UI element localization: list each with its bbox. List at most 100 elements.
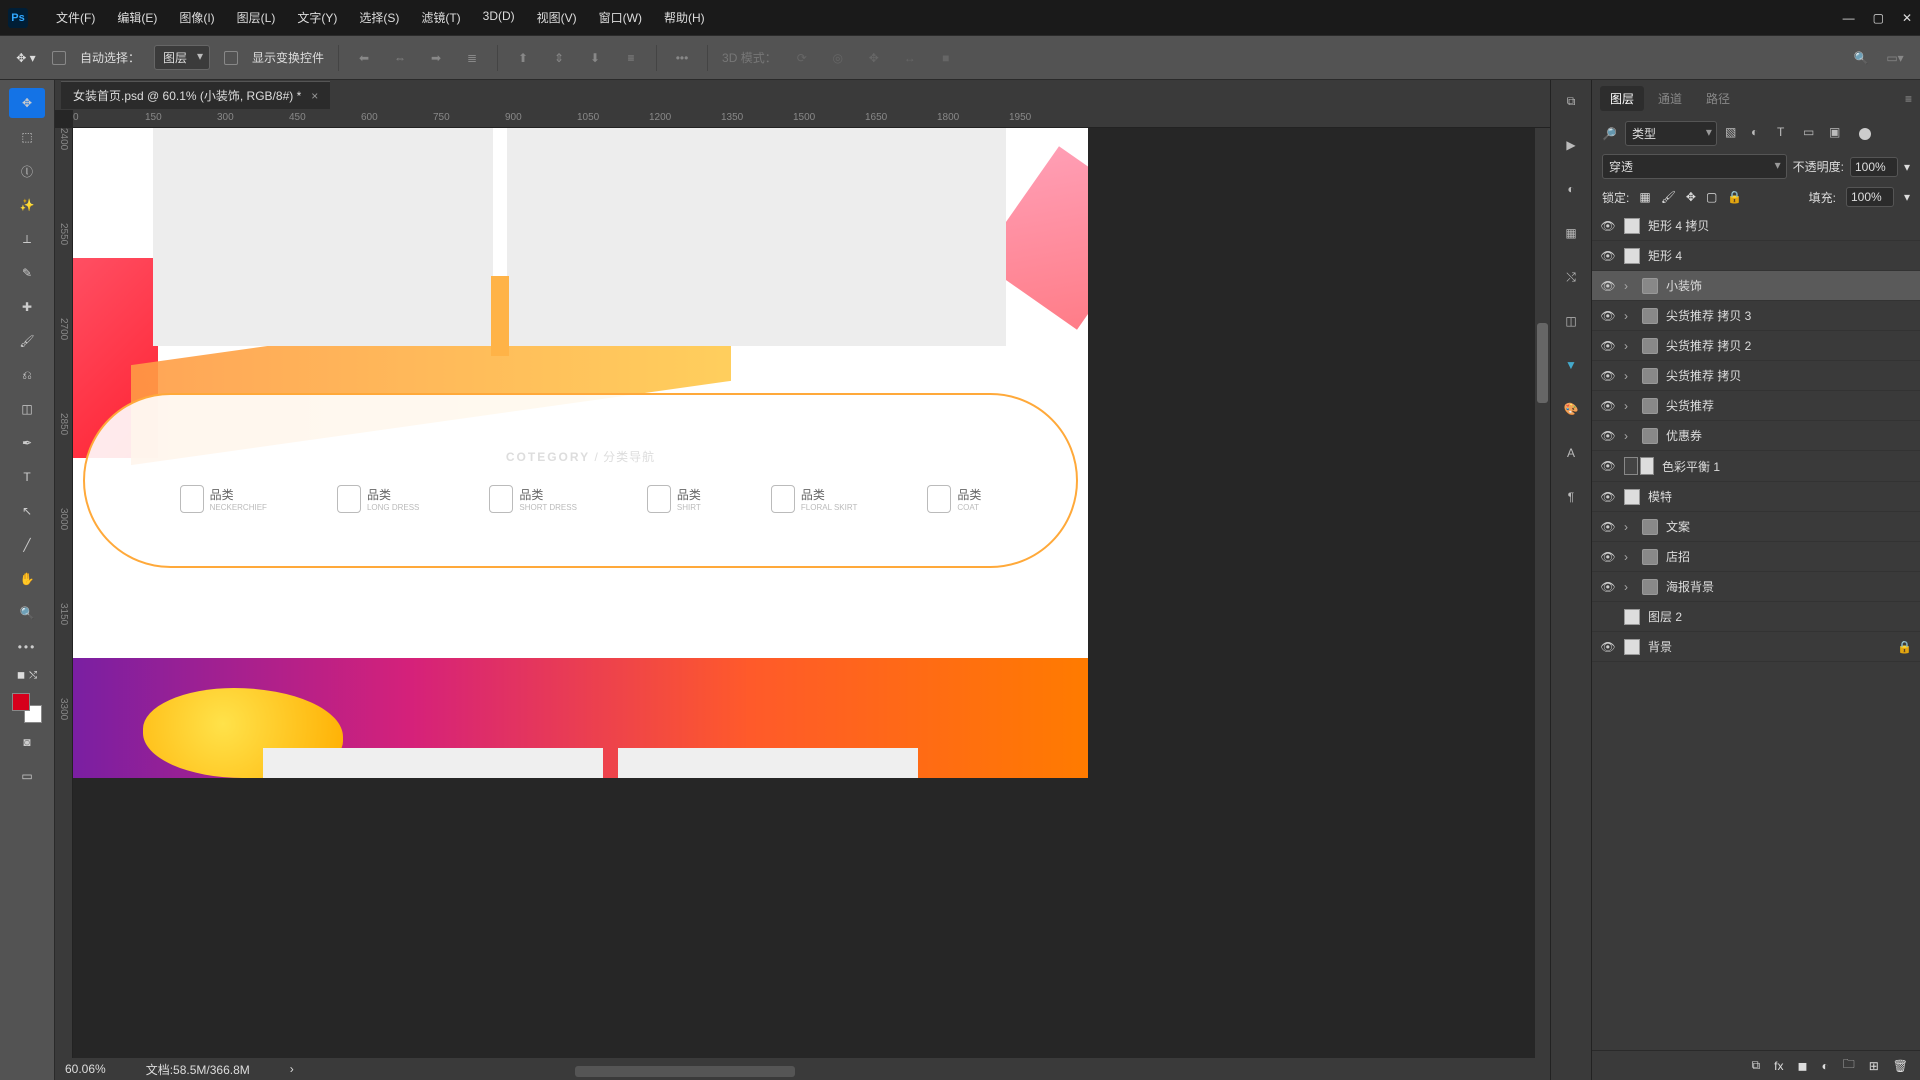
zoom-level[interactable]: 60.06% — [65, 1062, 106, 1076]
menu-help[interactable]: 帮助(H) — [656, 5, 713, 30]
expand-arrow-icon[interactable]: › — [1624, 429, 1634, 443]
magic-wand-tool[interactable]: ✨ — [9, 190, 45, 220]
align-left-icon[interactable]: ⬅ — [353, 47, 375, 69]
panel-icon[interactable]: ¶ — [1560, 486, 1582, 508]
layer-row[interactable]: 👁›尖货推荐 拷贝 3 — [1592, 301, 1920, 331]
panel-icon[interactable]: ◫ — [1560, 310, 1582, 332]
document-tab[interactable]: 女装首页.psd @ 60.1% (小装饰, RGB/8#) * × — [61, 81, 330, 109]
menu-filter[interactable]: 滤镜(T) — [413, 5, 468, 30]
expand-arrow-icon[interactable]: › — [1624, 550, 1634, 564]
search-icon[interactable]: 🔎 — [1602, 127, 1617, 141]
expand-arrow-icon[interactable]: › — [1624, 369, 1634, 383]
layer-row[interactable]: 👁 背景 🔒 — [1592, 632, 1920, 662]
layer-name[interactable]: 小装饰 — [1666, 277, 1702, 294]
filter-toggle-icon[interactable] — [1859, 128, 1871, 140]
expand-arrow-icon[interactable]: › — [1624, 580, 1634, 594]
align-right-icon[interactable]: ➡ — [425, 47, 447, 69]
panel-icon[interactable]: ▦ — [1560, 222, 1582, 244]
new-group-icon[interactable]: 🗀 — [1843, 1055, 1855, 1076]
visibility-toggle[interactable]: 👁 — [1600, 549, 1616, 565]
canvas[interactable]: COTEGORY / 分类导航 品类NECKERCHIEF品类LONG DRES… — [73, 128, 1535, 1058]
align-distribute-icon[interactable]: ≣ — [461, 47, 483, 69]
lock-icon[interactable]: 🔒 — [1897, 640, 1912, 654]
close-button[interactable]: ✕ — [1902, 11, 1912, 25]
visibility-toggle[interactable]: 👁 — [1600, 428, 1616, 444]
minimize-button[interactable]: — — [1843, 11, 1855, 25]
layer-name[interactable]: 文案 — [1666, 518, 1690, 535]
lasso-tool[interactable]: ⓛ — [9, 156, 45, 186]
layer-name[interactable]: 尖货推荐 — [1666, 397, 1714, 414]
layer-name[interactable]: 背景 — [1648, 638, 1672, 655]
menu-view[interactable]: 视图(V) — [529, 5, 585, 30]
horizontal-ruler[interactable]: 0150300450600750900105012001350150016501… — [73, 110, 1550, 128]
panel-icon[interactable]: ◐ — [1560, 178, 1582, 200]
align-vcenter-icon[interactable]: ⇕ — [548, 47, 570, 69]
pen-tool[interactable]: ✒ — [9, 428, 45, 458]
menu-window[interactable]: 窗口(W) — [591, 5, 650, 30]
filter-pixel-icon[interactable]: ▧ — [1725, 125, 1743, 143]
layer-name[interactable]: 海报背景 — [1666, 578, 1714, 595]
visibility-toggle[interactable]: 👁 — [1600, 579, 1616, 595]
layer-row[interactable]: 👁 › 优惠券 — [1592, 421, 1920, 451]
expand-arrow-icon[interactable]: › — [1624, 309, 1634, 323]
close-tab-icon[interactable]: × — [311, 89, 318, 103]
brush-tool[interactable]: 🖌 — [9, 326, 45, 356]
align-top-icon[interactable]: ⬆ — [512, 47, 534, 69]
panel-icon[interactable]: ⤭ — [1560, 266, 1582, 288]
healing-brush-tool[interactable]: ✚ — [9, 292, 45, 322]
layer-name[interactable]: 优惠券 — [1666, 427, 1702, 444]
eyedropper-tool[interactable]: ✎ — [9, 258, 45, 288]
panel-icon[interactable]: A — [1560, 442, 1582, 464]
visibility-toggle[interactable]: 👁 — [1600, 278, 1616, 294]
vertical-ruler[interactable]: 2400255027002850300031503300 — [55, 128, 73, 1058]
menu-edit[interactable]: 编辑(E) — [109, 5, 165, 30]
move-tool[interactable]: ✥ — [9, 88, 45, 118]
show-transform-checkbox[interactable] — [224, 51, 238, 65]
align-distribute-v-icon[interactable]: ≡ — [620, 47, 642, 69]
lock-pixels-icon[interactable]: 🖌 — [1661, 190, 1676, 204]
lock-position-icon[interactable]: ✥ — [1686, 190, 1696, 204]
layer-name[interactable]: 模特 — [1648, 488, 1672, 505]
layer-name[interactable]: 尖货推荐 拷贝 2 — [1666, 337, 1751, 354]
align-bottom-icon[interactable]: ⬇ — [584, 47, 606, 69]
visibility-toggle[interactable]: 👁 — [1600, 639, 1616, 655]
line-tool[interactable]: ╱ — [9, 530, 45, 560]
layer-list[interactable]: 👁矩形 4 拷贝👁矩形 4👁›小装饰👁›尖货推荐 拷贝 3👁›尖货推荐 拷贝 2… — [1592, 211, 1920, 1050]
layer-name[interactable]: 色彩平衡 1 — [1662, 458, 1720, 475]
marquee-tool[interactable]: ⬚ — [9, 122, 45, 152]
layer-row[interactable]: 👁 › 尖货推荐 拷贝 — [1592, 361, 1920, 391]
clone-stamp-tool[interactable]: ⎌ — [9, 360, 45, 390]
layer-row[interactable]: 👁›尖货推荐 拷贝 2 — [1592, 331, 1920, 361]
dropdown-icon[interactable]: ▾ — [1904, 190, 1910, 204]
layer-row[interactable]: 👁 › 海报背景 — [1592, 572, 1920, 602]
visibility-toggle[interactable]: 👁 — [1600, 489, 1616, 505]
default-colors-icon[interactable]: ◼ — [17, 670, 25, 681]
tab-layers[interactable]: 图层 — [1600, 86, 1644, 111]
layer-name[interactable]: 尖货推荐 拷贝 — [1666, 367, 1741, 384]
visibility-toggle[interactable]: 👁 — [1600, 368, 1616, 384]
align-hcenter-icon[interactable]: ⇔ — [389, 47, 411, 69]
edit-toolbar[interactable]: ••• — [9, 632, 45, 662]
zoom-tool[interactable]: 🔍 — [9, 598, 45, 628]
layer-row[interactable]: 👁矩形 4 — [1592, 241, 1920, 271]
lock-all-icon[interactable]: 🔒 — [1727, 190, 1742, 204]
menu-3d[interactable]: 3D(D) — [475, 5, 523, 30]
fill-input[interactable]: 100% — [1846, 187, 1894, 207]
visibility-toggle[interactable]: 👁 — [1600, 248, 1616, 264]
visibility-toggle[interactable]: 👁 — [1600, 338, 1616, 354]
dropdown-icon[interactable]: ▾ — [1904, 160, 1910, 174]
menu-select[interactable]: 选择(S) — [351, 5, 407, 30]
expand-arrow-icon[interactable]: › — [1624, 520, 1634, 534]
search-icon[interactable]: 🔍 — [1850, 47, 1872, 69]
visibility-toggle[interactable]: 👁 — [1600, 308, 1616, 324]
link-layers-icon[interactable]: ⧉ — [1752, 1058, 1761, 1073]
auto-select-checkbox[interactable] — [52, 51, 66, 65]
layer-mask-icon[interactable]: ◼ — [1797, 1059, 1807, 1073]
status-arrow-icon[interactable]: › — [290, 1062, 294, 1076]
expand-arrow-icon[interactable]: › — [1624, 279, 1634, 293]
expand-arrow-icon[interactable]: › — [1624, 399, 1634, 413]
filter-type-select[interactable]: 类型 — [1625, 121, 1717, 146]
color-swatches[interactable] — [12, 693, 42, 723]
tab-channels[interactable]: 通道 — [1648, 86, 1692, 111]
lock-artboard-icon[interactable]: ▢ — [1706, 190, 1717, 204]
